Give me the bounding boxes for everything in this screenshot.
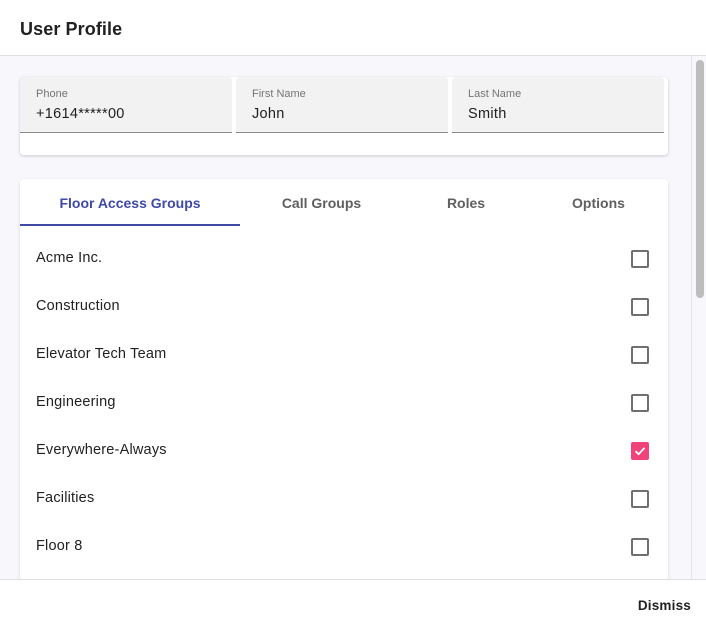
group-name: Acme Inc.	[36, 250, 103, 266]
phone-field[interactable]: Phone +1614*****00	[20, 77, 232, 133]
list-item[interactable]: Elevator Tech Team	[20, 331, 668, 379]
last-name-field[interactable]: Last Name Smith	[452, 77, 664, 133]
group-checkbox[interactable]	[631, 490, 649, 508]
dismiss-button[interactable]: Dismiss	[638, 598, 691, 613]
group-name: Facilities	[36, 490, 95, 506]
scroll-track-divider	[691, 56, 692, 579]
group-checkbox[interactable]	[631, 346, 649, 364]
dialog-title: User Profile	[20, 19, 123, 39]
groups-card: Floor Access Groups Call Groups Roles Op…	[20, 179, 668, 579]
dialog-header: User Profile	[0, 0, 706, 56]
list-item[interactable]: Construction	[20, 283, 668, 331]
group-checkbox[interactable]	[631, 442, 649, 460]
active-tab-indicator	[20, 224, 240, 226]
scrollbar-thumb[interactable]	[696, 60, 704, 298]
group-name: Floor 8	[36, 538, 83, 554]
first-name-value: John	[252, 106, 285, 122]
tab-call-groups[interactable]: Call Groups	[240, 179, 403, 227]
phone-value: +1614*****00	[36, 106, 125, 122]
first-name-field[interactable]: First Name John	[236, 77, 448, 133]
group-name: Engineering	[36, 394, 116, 410]
list-item[interactable]: Everywhere-Always	[20, 427, 668, 475]
list-item[interactable]: Acme Inc.	[20, 235, 668, 283]
list-item[interactable]: Facilities	[20, 475, 668, 523]
user-info-card: Phone +1614*****00 First Name John Last …	[20, 77, 668, 155]
group-checkbox[interactable]	[631, 394, 649, 412]
tab-floor-access-groups[interactable]: Floor Access Groups	[20, 179, 240, 227]
group-checkbox[interactable]	[631, 250, 649, 268]
group-checkbox[interactable]	[631, 298, 649, 316]
group-name: Elevator Tech Team	[36, 346, 167, 362]
group-name: Construction	[36, 298, 120, 314]
tab-bar: Floor Access Groups Call Groups Roles Op…	[20, 179, 668, 227]
list-item[interactable]: Engineering	[20, 379, 668, 427]
tab-roles[interactable]: Roles	[403, 179, 529, 227]
group-checkbox[interactable]	[631, 538, 649, 556]
list-item[interactable]: Floor 8	[20, 523, 668, 571]
dialog-content: Phone +1614*****00 First Name John Last …	[0, 56, 706, 579]
tab-options[interactable]: Options	[529, 179, 668, 227]
first-name-label: First Name	[252, 88, 306, 100]
checkmark-icon	[634, 447, 646, 456]
dialog-footer: Dismiss	[0, 579, 706, 629]
last-name-value: Smith	[468, 106, 507, 122]
last-name-label: Last Name	[468, 88, 522, 100]
group-name: Everywhere-Always	[36, 442, 167, 458]
phone-label: Phone	[36, 88, 68, 100]
